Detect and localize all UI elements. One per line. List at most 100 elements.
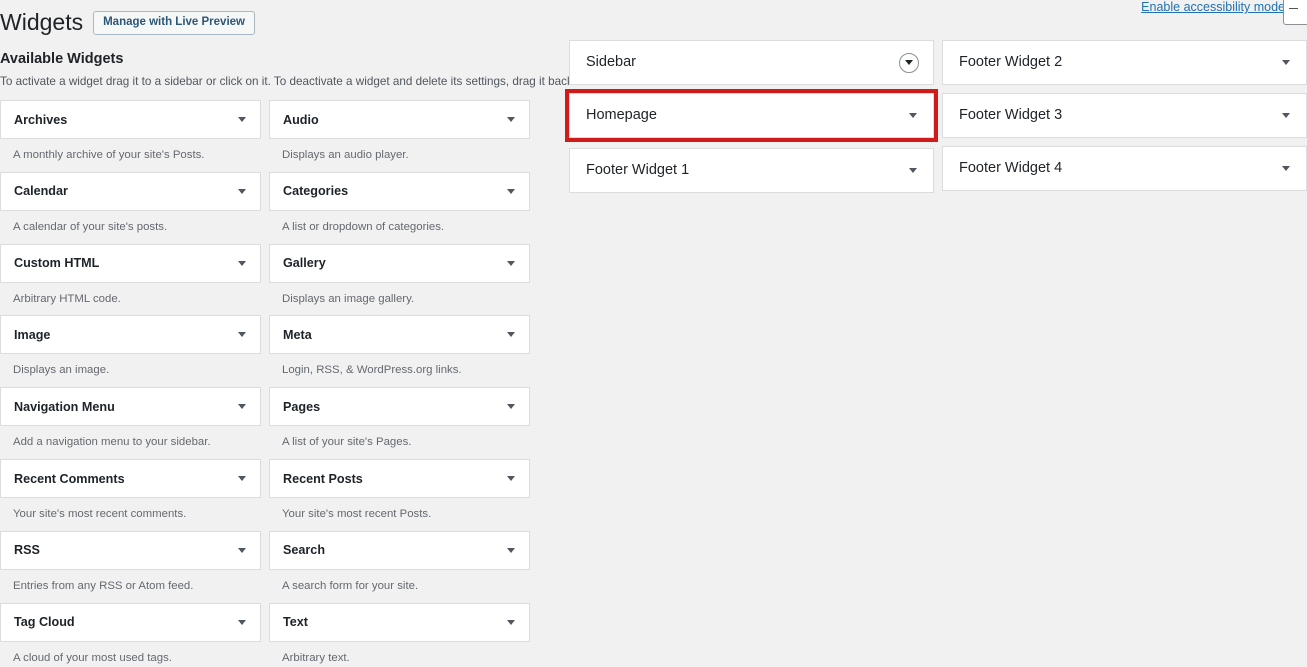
sidebar-panel-title: Homepage: [586, 106, 657, 123]
chevron-down-icon[interactable]: [238, 619, 246, 625]
sidebar-column-right: Footer Widget 2 Footer Widget 3 Footer Wid…: [942, 40, 1307, 201]
chevron-down-icon[interactable]: [1282, 166, 1290, 171]
chevron-down-icon[interactable]: [507, 547, 515, 553]
widget-description: Arbitrary text.: [282, 651, 350, 664]
chevron-down-circle-icon[interactable]: [899, 52, 919, 73]
widget-cell: Search A search form for your site.: [269, 530, 530, 603]
widget-cell: Pages A list of your site's Pages.: [269, 387, 530, 459]
widget-description: Displays an image.: [13, 364, 110, 377]
manage-with-live-preview-button[interactable]: Manage with Live Preview: [93, 11, 255, 35]
widget-title: Image: [14, 327, 51, 342]
widget-description: A calendar of your site's posts.: [13, 220, 168, 233]
chevron-down-icon[interactable]: [1282, 60, 1290, 65]
widget-title: Meta: [283, 327, 312, 342]
widget-title: Gallery: [283, 256, 326, 271]
sidebar-panel-header[interactable]: Footer Widget 3: [943, 94, 1306, 137]
available-widget-pages[interactable]: Pages: [269, 387, 530, 427]
chevron-down-icon[interactable]: [507, 619, 515, 625]
widget-cell: Gallery Displays an image gallery.: [269, 243, 530, 316]
available-widget-archives[interactable]: Archives: [0, 100, 261, 139]
chevron-down-icon[interactable]: [238, 404, 246, 410]
chevron-down-icon[interactable]: [238, 476, 246, 482]
widget-title: Recent Posts: [283, 471, 363, 486]
available-widget-custom-html[interactable]: Custom HTML: [0, 243, 261, 283]
available-widget-audio[interactable]: Audio: [269, 100, 530, 139]
chevron-down-icon[interactable]: [1282, 113, 1290, 118]
available-widget-recent-posts[interactable]: Recent Posts: [269, 459, 530, 499]
available-widget-rss[interactable]: RSS: [0, 530, 261, 570]
widget-cell: Meta Login, RSS, & WordPress.org links.: [269, 315, 530, 387]
widget-title: Audio: [283, 112, 319, 127]
chevron-down-icon[interactable]: [507, 476, 515, 482]
widget-title: RSS: [14, 543, 40, 558]
chevron-down-icon[interactable]: [507, 404, 515, 410]
widget-description: Entries from any RSS or Atom feed.: [13, 579, 194, 592]
widgets-admin-page: Enable accessibility mode Widgets Manage…: [0, 0, 1307, 667]
widget-title: Calendar: [14, 184, 68, 199]
chevron-down-icon[interactable]: [238, 332, 246, 338]
widget-description: Login, RSS, & WordPress.org links.: [282, 364, 462, 377]
widget-cell: Recent Posts Your site's most recent Post…: [269, 459, 530, 531]
available-widget-tag-cloud[interactable]: Tag Cloud: [0, 602, 261, 642]
chevron-down-icon[interactable]: [507, 260, 515, 266]
widget-cell: Custom HTML Arbitrary HTML code.: [0, 243, 261, 316]
chevron-down-icon[interactable]: [507, 117, 515, 122]
widget-cell: Image Displays an image.: [0, 315, 261, 387]
sidebar-panel-footer-widget-4: Footer Widget 4: [942, 146, 1307, 191]
sidebar-panel-header[interactable]: Footer Widget 2: [943, 41, 1306, 84]
widget-title: Search: [283, 543, 326, 558]
sidebar-panel-title: Sidebar: [586, 53, 636, 70]
widget-title: Archives: [14, 112, 68, 127]
widget-description: A list or dropdown of categories.: [282, 220, 445, 233]
sidebar-panel-title: Footer Widget 3: [959, 106, 1063, 123]
sidebar-panel-header[interactable]: Sidebar: [570, 41, 933, 84]
widget-cell: Navigation Menu Add a navigation menu to …: [0, 387, 261, 459]
chevron-down-icon[interactable]: [238, 188, 246, 194]
available-widget-search[interactable]: Search: [269, 530, 530, 570]
sidebar-panel-header[interactable]: Homepage: [570, 94, 933, 137]
widget-description: Add a navigation menu to your sidebar.: [13, 436, 211, 449]
available-widget-text[interactable]: Text: [269, 602, 530, 642]
widget-cell: Categories A list or dropdown of categori…: [269, 171, 530, 244]
sidebar-panel-homepage: Homepage: [565, 89, 938, 142]
sidebar-panel-header[interactable]: Footer Widget 1: [570, 149, 933, 192]
widget-description: A search form for your site.: [282, 579, 419, 592]
chevron-down-icon[interactable]: [238, 547, 246, 553]
available-widget-navigation-menu[interactable]: Navigation Menu: [0, 387, 261, 427]
sidebar-panel-header[interactable]: Footer Widget 4: [943, 147, 1306, 190]
widget-description: Your site's most recent Posts.: [282, 508, 432, 521]
chevron-down-icon[interactable]: [507, 188, 515, 194]
available-widgets-description: To activate a widget drag it to a sideba…: [0, 75, 577, 89]
enable-accessibility-mode-link[interactable]: Enable accessibility mode: [1141, 0, 1285, 14]
sidebar-panel-title: Footer Widget 1: [586, 161, 690, 178]
chevron-down-icon[interactable]: [909, 168, 917, 173]
sidebar-panel-footer-widget-2: Footer Widget 2: [942, 40, 1307, 85]
available-widget-recent-comments[interactable]: Recent Comments: [0, 459, 261, 499]
widget-title: Pages: [283, 399, 321, 414]
sidebar-column-left: Sidebar Homepage Footer Widget 1: [565, 40, 938, 201]
chevron-down-icon[interactable]: [238, 117, 246, 122]
widget-description: Your site's most recent comments.: [13, 508, 187, 521]
widget-description: Displays an image gallery.: [282, 292, 415, 305]
partial-edge-control[interactable]: [1283, 0, 1307, 25]
widget-cell: Audio Displays an audio player.: [269, 100, 530, 172]
widget-cell: Calendar A calendar of your site's posts.: [0, 171, 261, 244]
sidebar-panel-footer-widget-1: Footer Widget 1: [569, 148, 934, 193]
chevron-down-icon[interactable]: [507, 332, 515, 338]
chevron-down-icon[interactable]: [909, 113, 917, 118]
sidebar-panel-title: Footer Widget 4: [959, 159, 1063, 176]
available-widget-categories[interactable]: Categories: [269, 171, 530, 211]
chevron-down-icon[interactable]: [238, 260, 246, 266]
available-widget-meta[interactable]: Meta: [269, 315, 530, 355]
widget-title: Tag Cloud: [14, 615, 75, 630]
widget-title: Categories: [283, 184, 349, 199]
available-widget-calendar[interactable]: Calendar: [0, 171, 261, 211]
available-widget-gallery[interactable]: Gallery: [269, 243, 530, 283]
chevron-down-icon: [905, 60, 913, 65]
widget-description: A cloud of your most used tags.: [13, 651, 172, 664]
page-title: Widgets: [0, 9, 84, 35]
available-widget-image[interactable]: Image: [0, 315, 261, 355]
widget-cell: Recent Comments Your site's most recent c…: [0, 459, 261, 531]
widget-title: Custom HTML: [14, 256, 100, 271]
widget-description: A list of your site's Pages.: [282, 436, 412, 449]
